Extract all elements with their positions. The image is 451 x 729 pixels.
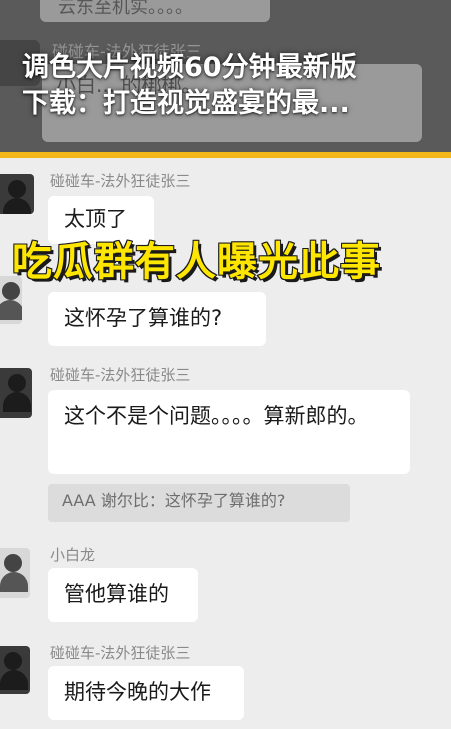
avatar-head-shape: [4, 652, 22, 670]
avatar[interactable]: [0, 646, 30, 694]
message-bubble[interactable]: 这怀孕了算谁的?: [48, 292, 266, 346]
sender-name: 小白龙: [50, 546, 96, 564]
avatar-body-shape: [0, 572, 28, 592]
quoted-reply[interactable]: AAA 谢尔比：这怀孕了算谁的?: [48, 484, 350, 522]
avatar-head-shape: [8, 180, 26, 198]
avatar-body-shape: [3, 392, 31, 412]
title-overlay: 云东至机实。。。。 碰碰车-法外狂徒张三 小白... 的梆梆。 调色大片视频60…: [0, 0, 451, 158]
message-bubble[interactable]: 期待今晚的大作: [48, 666, 244, 720]
avatar-body-shape: [0, 670, 28, 690]
overlay-caption: 吃瓜群有人曝光此事: [11, 238, 381, 286]
avatar-head-shape: [8, 374, 26, 392]
avatar-head-shape: [4, 554, 22, 572]
avatar[interactable]: [0, 548, 30, 598]
message-bubble[interactable]: 这个不是个问题。。。。算新郎的。: [48, 390, 410, 474]
avatar-body-shape: [3, 198, 31, 214]
sender-name: 碰碰车-法外狂徒张三: [50, 172, 191, 190]
video-title: 调色大片视频60分钟最新版 下载：打造视觉盛宴的最...: [22, 50, 437, 122]
video-title-line-1: 调色大片视频60分钟最新版: [22, 52, 357, 83]
sender-name: 碰碰车-法外狂徒张三: [50, 366, 191, 384]
avatar[interactable]: [0, 174, 34, 214]
accent-divider: [0, 152, 451, 158]
background-bubble: 云东至机实。。。。: [40, 0, 270, 22]
avatar-body-shape: [0, 300, 22, 320]
message-bubble[interactable]: 管他算谁的: [48, 568, 198, 622]
avatar[interactable]: [0, 368, 32, 418]
video-title-line-2: 下载：打造视觉盛宴的最...: [22, 88, 350, 119]
sender-name: 碰碰车-法外狂徒张三: [50, 644, 191, 662]
